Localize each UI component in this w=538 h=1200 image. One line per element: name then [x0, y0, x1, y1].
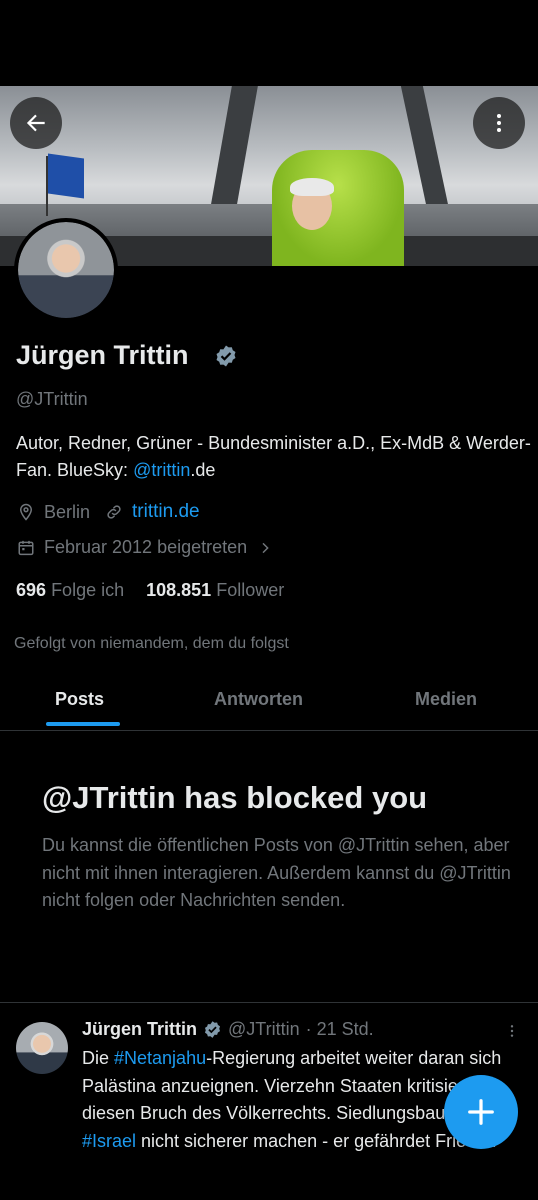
profile-name: Jürgen Trittin	[16, 340, 189, 370]
tab-replies[interactable]: Antworten	[214, 689, 303, 710]
tweet-author-name[interactable]: Jürgen Trittin	[82, 1019, 197, 1040]
more-vertical-icon	[497, 114, 501, 132]
more-options-button[interactable]	[473, 97, 525, 149]
tab-media[interactable]: Medien	[415, 689, 477, 710]
calendar-icon	[16, 538, 36, 558]
plus-icon	[468, 1099, 494, 1125]
chevron-right-icon	[255, 538, 275, 558]
hashtag-link[interactable]: #Netanjahu	[114, 1048, 206, 1068]
tab-posts[interactable]: Posts	[55, 689, 104, 710]
following-link[interactable]: 696 Folge ich	[16, 580, 124, 601]
active-tab-indicator	[46, 722, 120, 726]
followers-link[interactable]: 108.851 Follower	[146, 580, 284, 601]
profile-meta-row: Berlin trittin.de	[16, 501, 200, 523]
following-count: 696	[16, 580, 47, 600]
bio-text: Autor, Redner, Grüner - Bundesminister a…	[16, 433, 531, 480]
back-button[interactable]	[10, 97, 62, 149]
eu-flag	[48, 153, 84, 199]
status-bar-area	[0, 0, 538, 86]
verified-badge-icon[interactable]	[214, 344, 238, 373]
arrow-left-icon	[26, 114, 45, 132]
compose-button[interactable]	[444, 1075, 518, 1149]
blocked-title: @JTrittin has blocked you	[42, 780, 428, 815]
profile-website[interactable]: trittin.de	[132, 501, 200, 523]
followed-by-text: Gefolgt von niemandem, dem du folgst	[14, 635, 289, 652]
tweet-header: Jürgen Trittin @JTrittin · 21 Std.	[82, 1019, 374, 1040]
profile-avatar[interactable]	[14, 218, 118, 322]
tweet-author-handle[interactable]: @JTrittin	[228, 1019, 300, 1040]
banner-person-hair	[290, 178, 334, 196]
followers-label: Follower	[216, 580, 285, 600]
hashtag-link[interactable]: #Israel	[82, 1131, 136, 1151]
blocked-description: Du kannst die öffentlichen Posts von @JT…	[42, 835, 511, 910]
profile-location: Berlin	[44, 501, 91, 522]
location-pin-icon	[16, 502, 36, 522]
tweet-time[interactable]: · 21 Std.	[306, 1019, 374, 1040]
avatar-image	[18, 222, 114, 318]
bio-link[interactable]: @trittin	[133, 460, 190, 480]
verified-badge-icon	[203, 1020, 222, 1039]
profile-joined: Februar 2012 beigetreten	[44, 537, 248, 557]
bio-suffix: .de	[190, 460, 216, 480]
tweet-text-part: nicht sicherer machen - er gefährdet Fri…	[136, 1130, 497, 1151]
following-label: Folge ich	[51, 580, 125, 600]
tweet-avatar[interactable]	[16, 1022, 68, 1074]
tweet-text-part: Die	[82, 1048, 115, 1068]
divider	[0, 1002, 538, 1003]
tweet-more-icon[interactable]	[504, 1020, 520, 1047]
link-icon	[104, 502, 124, 522]
profile-joined-row[interactable]: Februar 2012 beigetreten	[16, 537, 283, 558]
profile-handle: @JTrittin	[16, 389, 88, 409]
profile-bio: Autor, Redner, Grüner - Bundesminister a…	[16, 430, 531, 484]
profile-stats: 696 Folge ich 108.851 Follower	[16, 580, 284, 601]
followers-count: 108.851	[146, 580, 212, 600]
